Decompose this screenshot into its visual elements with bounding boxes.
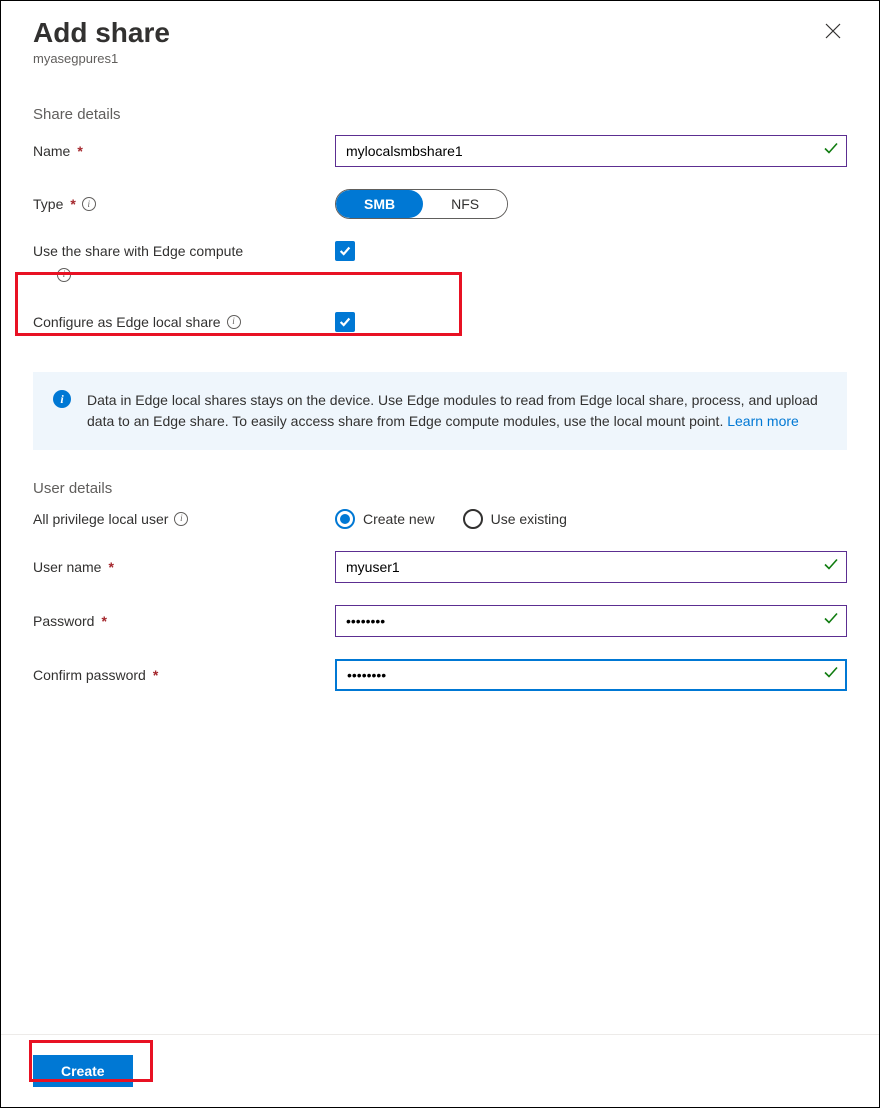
type-option-nfs[interactable]: NFS xyxy=(423,190,507,218)
info-icon[interactable]: i xyxy=(82,197,96,211)
label-edge-compute: Use the share with Edge compute xyxy=(33,243,335,259)
section-user-details: User details xyxy=(33,480,847,497)
name-input[interactable] xyxy=(335,135,847,167)
password-input[interactable] xyxy=(335,605,847,637)
create-button[interactable]: Create xyxy=(33,1055,133,1087)
info-icon[interactable]: i xyxy=(227,315,241,329)
section-share-details: Share details xyxy=(33,106,847,123)
user-name-input[interactable] xyxy=(335,551,847,583)
info-icon[interactable]: i xyxy=(57,268,71,282)
radio-use-existing[interactable]: Use existing xyxy=(463,509,567,529)
info-icon: i xyxy=(53,390,71,408)
label-edge-local: Configure as Edge local share i xyxy=(33,314,335,330)
label-all-priv-user: All privilege local user i xyxy=(33,511,335,527)
label-name: Name* xyxy=(33,143,335,159)
page-subtitle: myasegpures1 xyxy=(33,51,170,66)
callout-text: Data in Edge local shares stays on the d… xyxy=(87,392,818,429)
label-type: Type* i xyxy=(33,196,335,212)
label-user-name: User name* xyxy=(33,559,335,575)
type-option-smb[interactable]: SMB xyxy=(336,190,423,218)
learn-more-link[interactable]: Learn more xyxy=(727,413,799,429)
type-toggle[interactable]: SMB NFS xyxy=(335,189,508,219)
info-icon[interactable]: i xyxy=(174,512,188,526)
info-callout: i Data in Edge local shares stays on the… xyxy=(33,372,847,450)
page-title: Add share xyxy=(33,17,170,49)
confirm-password-input[interactable] xyxy=(335,659,847,691)
close-icon[interactable] xyxy=(819,17,847,49)
label-password: Password* xyxy=(33,613,335,629)
label-confirm-password: Confirm password* xyxy=(33,667,335,683)
edge-compute-checkbox[interactable] xyxy=(335,241,355,261)
edge-local-checkbox[interactable] xyxy=(335,312,355,332)
radio-create-new[interactable]: Create new xyxy=(335,509,435,529)
